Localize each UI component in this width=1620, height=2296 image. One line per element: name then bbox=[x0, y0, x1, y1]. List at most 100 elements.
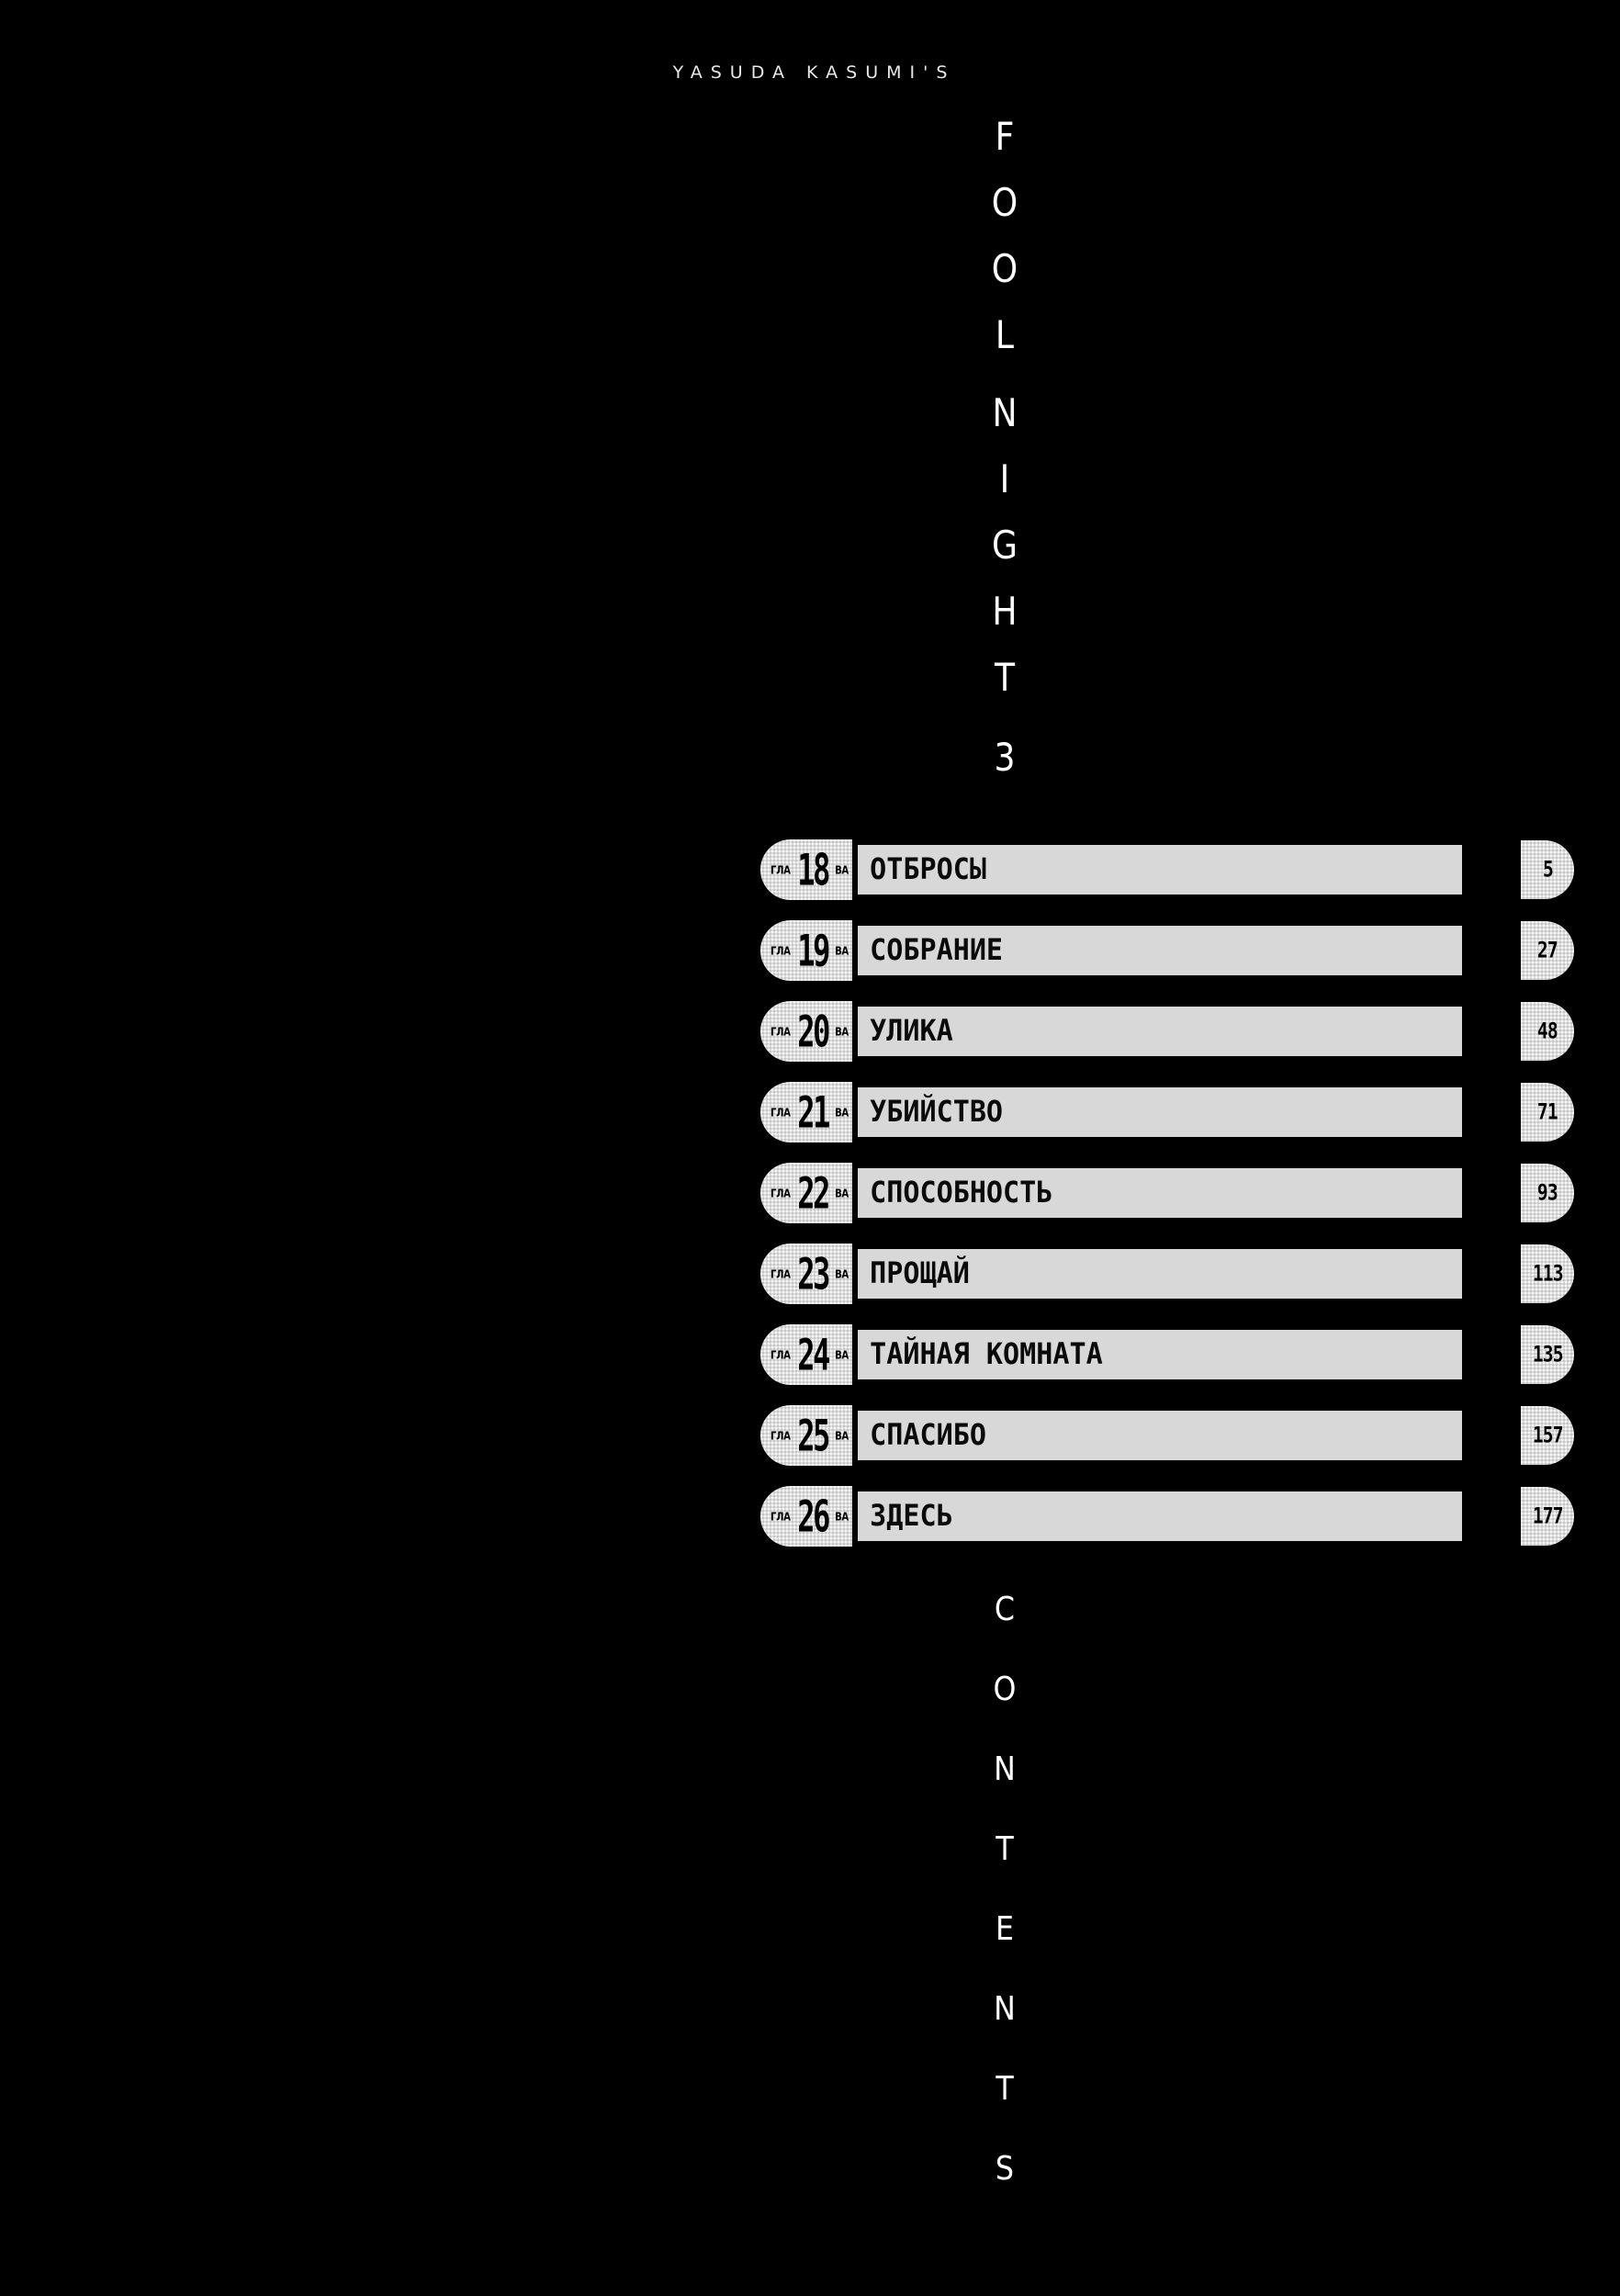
title-letter-3: 3 bbox=[994, 735, 1016, 780]
chapter-title-bar[interactable]: ОТБРОСЫ bbox=[858, 845, 1462, 895]
contents-letter-3: T bbox=[996, 1830, 1014, 1868]
chapter-word-prefix: ГЛА bbox=[770, 945, 791, 958]
page-number: 157 bbox=[1532, 1422, 1564, 1448]
page-number: 5 bbox=[1542, 856, 1554, 883]
title-letter-o: O bbox=[991, 180, 1018, 225]
chapter-row[interactable]: ГЛА 18 ВА ОТБРОСЫ 5 bbox=[760, 839, 1574, 900]
chapter-title: СОБРАНИЕ bbox=[870, 932, 1004, 967]
page-number-badge: 5 bbox=[1521, 840, 1574, 899]
chapter-row[interactable]: ГЛА 23 ВА ПРОЩАЙ 113 bbox=[760, 1244, 1574, 1304]
toc-page: YASUDA KASUMI'S FOOLNIGHT3 ГЛА 18 ВА ОТБРОС… bbox=[0, 0, 1620, 2296]
chapter-title: УБИЙСТВО bbox=[870, 1094, 1004, 1129]
chapter-word-suffix: ВА bbox=[835, 1187, 849, 1200]
chapter-title-bar[interactable]: ЗДЕСЬ bbox=[858, 1491, 1462, 1541]
chapter-word-suffix: ВА bbox=[835, 1026, 849, 1039]
chapter-title-bar[interactable]: ТАЙНАЯ КОМНАТА bbox=[858, 1330, 1462, 1379]
page-number: 135 bbox=[1532, 1341, 1564, 1367]
chapter-word-suffix: ВА bbox=[835, 945, 849, 958]
chapter-word-prefix: ГЛА bbox=[770, 1430, 791, 1443]
chapter-title: ТАЙНАЯ КОМНАТА bbox=[870, 1336, 1103, 1371]
title-letter-h: H bbox=[992, 589, 1018, 634]
chapter-title-bar[interactable]: УЛИКА bbox=[858, 1007, 1462, 1056]
contents-letter-1: O bbox=[993, 1671, 1017, 1708]
chapter-number-badge: ГЛА 19 ВА bbox=[760, 920, 852, 981]
chapter-row[interactable]: ГЛА 21 ВА УБИЙСТВО 71 bbox=[760, 1082, 1574, 1142]
chapter-row[interactable]: ГЛА 25 ВА СПАСИБО 157 bbox=[760, 1405, 1574, 1466]
chapter-word-suffix: ВА bbox=[835, 1268, 849, 1281]
chapter-number-badge: ГЛА 24 ВА bbox=[760, 1324, 852, 1385]
chapter-number-badge: ГЛА 20 ВА bbox=[760, 1001, 852, 1062]
chapter-title: ПРОЩАЙ bbox=[870, 1255, 970, 1290]
chapter-word-suffix: ВА bbox=[835, 864, 849, 877]
chapter-row[interactable]: ГЛА 22 ВА СПОСОБНОСТЬ 93 bbox=[760, 1163, 1574, 1223]
chapter-row[interactable]: ГЛА 19 ВА СОБРАНИЕ 27 bbox=[760, 920, 1574, 981]
title-letter-f: F bbox=[995, 114, 1015, 159]
contents-letter-6: T bbox=[996, 2070, 1014, 2108]
chapter-title: ОТБРОСЫ bbox=[870, 851, 986, 886]
chapter-number: 21 bbox=[797, 1087, 830, 1139]
contents-letter-4: E bbox=[995, 1910, 1015, 1948]
author-credit: YASUDA KASUMI'S bbox=[672, 62, 956, 83]
page-number: 71 bbox=[1537, 1098, 1558, 1125]
page-number: 177 bbox=[1532, 1503, 1564, 1529]
chapter-number-badge: ГЛА 25 ВА bbox=[760, 1405, 852, 1466]
chapter-number-badge: ГЛА 26 ВА bbox=[760, 1486, 852, 1547]
chapter-list: ГЛА 18 ВА ОТБРОСЫ 5 ГЛА 19 ВА СОБРАНИЕ 27 ГЛА 20 ВА У… bbox=[760, 839, 1574, 1572]
chapter-number: 18 bbox=[797, 845, 830, 896]
chapter-number-badge: ГЛА 21 ВА bbox=[760, 1082, 852, 1142]
page-number-badge: 71 bbox=[1521, 1083, 1574, 1142]
page-number: 93 bbox=[1537, 1179, 1558, 1206]
title-letter-n: N bbox=[992, 390, 1018, 435]
chapter-number: 24 bbox=[797, 1330, 830, 1381]
chapter-title: СПОСОБНОСТЬ bbox=[870, 1175, 1053, 1210]
page-number: 27 bbox=[1537, 937, 1558, 963]
vertical-label-contents: C O N T E N T S bbox=[950, 1593, 1060, 2233]
chapter-title-bar[interactable]: СПАСИБО bbox=[858, 1411, 1462, 1460]
contents-letter-0: C bbox=[994, 1591, 1016, 1628]
page-number-badge: 177 bbox=[1521, 1487, 1574, 1546]
chapter-word-suffix: ВА bbox=[835, 1511, 849, 1524]
chapter-row[interactable]: ГЛА 20 ВА УЛИКА 48 bbox=[760, 1001, 1574, 1062]
chapter-title-bar[interactable]: СПОСОБНОСТЬ bbox=[858, 1168, 1462, 1218]
chapter-title: СПАСИБО bbox=[870, 1417, 986, 1452]
page-number-badge: 48 bbox=[1521, 1002, 1574, 1061]
page-number-badge: 157 bbox=[1521, 1406, 1574, 1465]
chapter-title-bar[interactable]: УБИЙСТВО bbox=[858, 1087, 1462, 1137]
chapter-word-suffix: ВА bbox=[835, 1107, 849, 1120]
chapter-word-prefix: ГЛА bbox=[770, 1349, 791, 1362]
page-number-badge: 93 bbox=[1521, 1164, 1574, 1222]
chapter-word-prefix: ГЛА bbox=[770, 1107, 791, 1120]
chapter-row[interactable]: ГЛА 24 ВА ТАЙНАЯ КОМНАТА 135 bbox=[760, 1324, 1574, 1385]
title-letter-t: T bbox=[994, 655, 1016, 700]
title-letter-o: O bbox=[991, 246, 1018, 291]
title-letter-i: I bbox=[999, 456, 1010, 501]
chapter-number: 19 bbox=[797, 926, 830, 977]
chapter-row[interactable]: ГЛА 26 ВА ЗДЕСЬ 177 bbox=[760, 1486, 1574, 1547]
contents-letter-5: N bbox=[994, 1990, 1016, 2028]
page-number: 48 bbox=[1537, 1018, 1558, 1044]
contents-letter-2: N bbox=[994, 1750, 1016, 1788]
chapter-word-prefix: ГЛА bbox=[770, 1511, 791, 1524]
chapter-number: 23 bbox=[797, 1249, 830, 1300]
vertical-title-fool-night-3: FOOLNIGHT3 bbox=[950, 118, 1060, 805]
chapter-word-suffix: ВА bbox=[835, 1430, 849, 1443]
chapter-word-prefix: ГЛА bbox=[770, 864, 791, 877]
chapter-title: УЛИКА bbox=[870, 1013, 953, 1048]
page-number-badge: 135 bbox=[1521, 1325, 1574, 1384]
chapter-number-badge: ГЛА 18 ВА bbox=[760, 839, 852, 900]
chapter-number: 25 bbox=[797, 1411, 830, 1462]
chapter-title: ЗДЕСЬ bbox=[870, 1498, 953, 1533]
chapter-word-prefix: ГЛА bbox=[770, 1026, 791, 1039]
title-letter-l: L bbox=[995, 312, 1015, 357]
chapter-word-prefix: ГЛА bbox=[770, 1268, 791, 1281]
chapter-title-bar[interactable]: ПРОЩАЙ bbox=[858, 1249, 1462, 1299]
page-number: 113 bbox=[1532, 1260, 1564, 1287]
page-number-badge: 113 bbox=[1521, 1244, 1574, 1303]
chapter-title-bar[interactable]: СОБРАНИЕ bbox=[858, 926, 1462, 975]
title-letter-g: G bbox=[991, 523, 1018, 568]
chapter-word-prefix: ГЛА bbox=[770, 1187, 791, 1200]
chapter-number: 22 bbox=[797, 1168, 830, 1220]
chapter-word-suffix: ВА bbox=[835, 1349, 849, 1362]
contents-letter-7: S bbox=[995, 2150, 1015, 2188]
chapter-number: 20 bbox=[797, 1007, 830, 1058]
